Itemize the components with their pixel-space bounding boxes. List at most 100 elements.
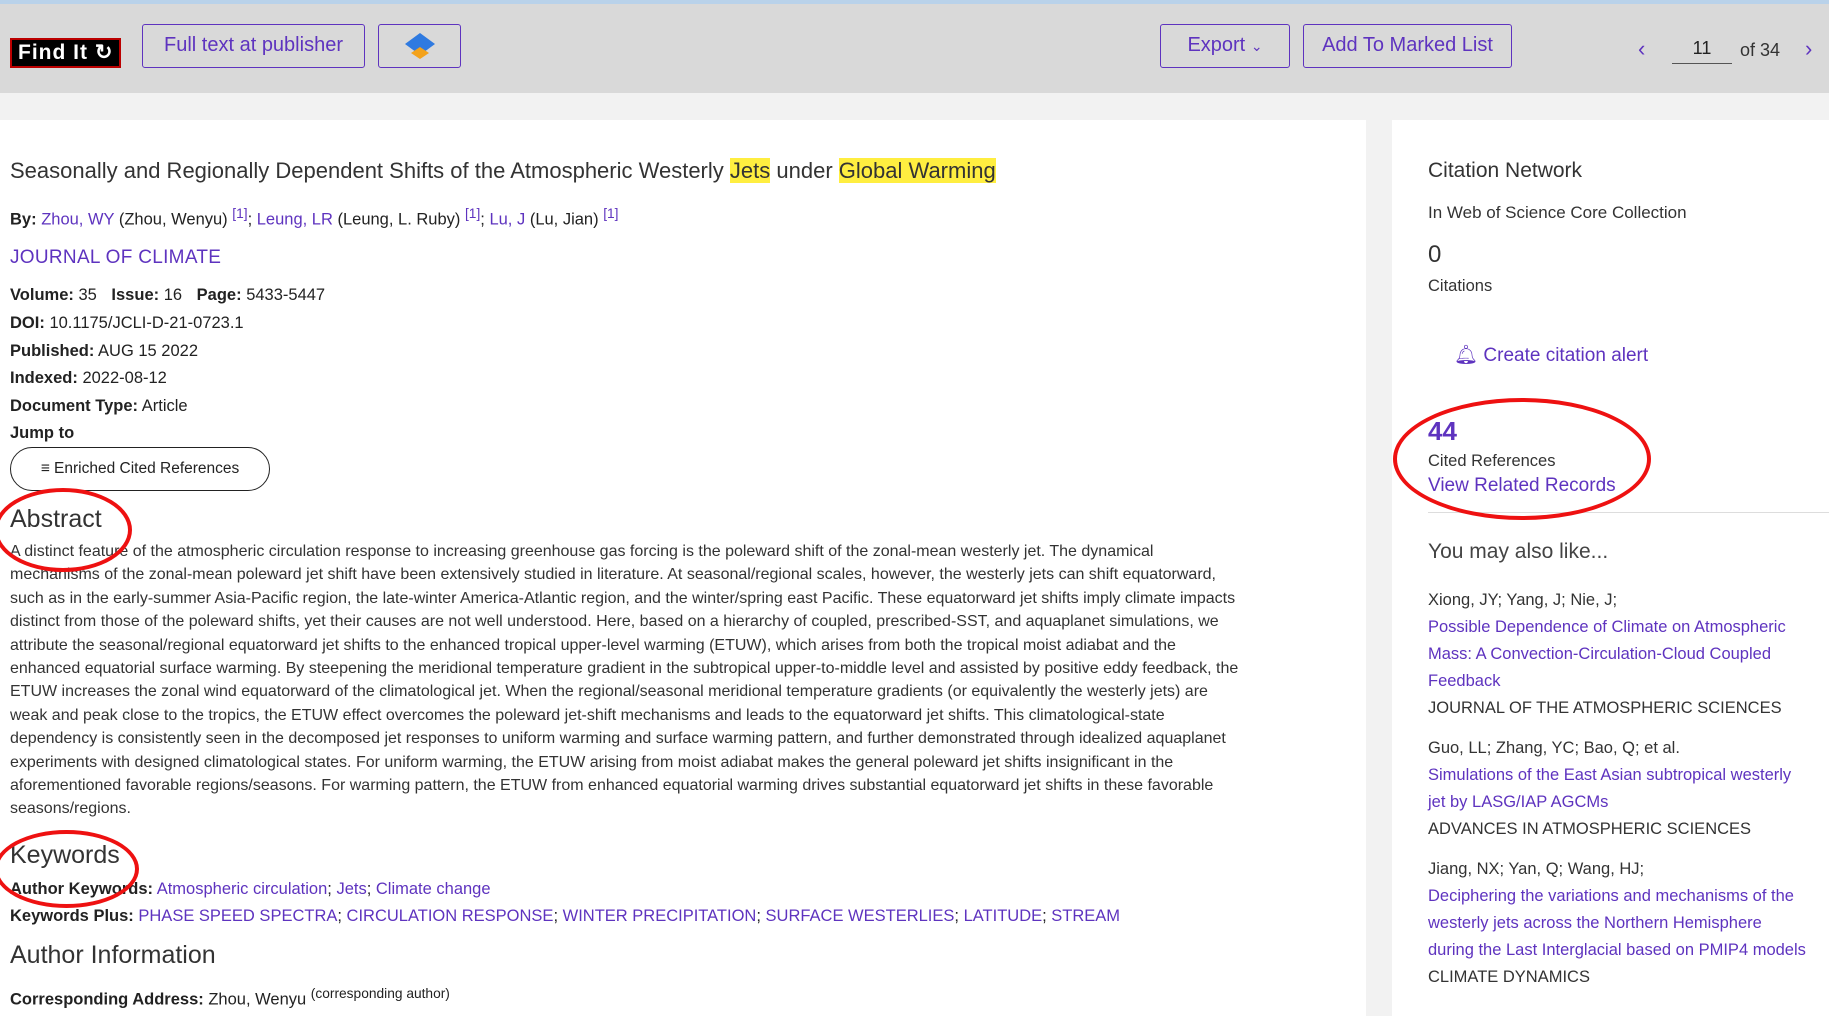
find-it-logo-icon: ↻ [94,41,114,64]
marked-list-label: Add To Marked List [1322,34,1493,56]
page-number-input[interactable]: 11 [1672,38,1732,64]
author-fullname: (Lu, Jian) [529,210,599,229]
record-authors: Xiong, JY; Yang, J; Nie, J; [1428,591,1618,609]
abstract-line: seasons/regions. [10,800,131,818]
published-label: Published: [10,342,95,360]
page-total: of 34 [1740,40,1781,60]
record-authors: Jiang, NX; Yan, Q; Wang, HJ; [1428,860,1645,878]
journal-link[interactable]: JOURNAL OF CLIMATE [10,247,221,269]
find-it-button[interactable]: Find It ↻ [10,38,122,68]
kopernio-button[interactable] [378,24,461,68]
doi-value: 10.1175/JCLI-D-21-0723.1 [49,314,244,332]
keyword-link[interactable]: LATITUDE [964,907,1043,925]
abstract-line: enhanced equatorial surface warming. By … [10,660,1239,678]
keyword-link[interactable]: PHASE SPEED SPECTRA [138,907,337,925]
you-may-also-like-heading: You may also like... [1428,540,1609,563]
record-journal: ADVANCES IN ATMOSPHERIC SCIENCES [1428,820,1752,838]
record-title-line: jet by LASG/IAP AGCMs [1428,793,1609,811]
abstract-line: ETUW increases the zonal wind equatorwar… [10,683,1208,701]
abstract-line: weak and peak close to the tropics, the … [10,706,1165,724]
record-title-line: Deciphering the variations and mechanism… [1428,887,1794,905]
doctype-value: Article [141,397,188,415]
recommended-record: Guo, LL; Zhang, YC; Bao, Q; et al. Simul… [1428,735,1818,843]
keyword-link[interactable]: Climate change [376,880,491,898]
author-link[interactable]: Leung, LR [257,211,333,229]
record-title-link[interactable]: Possible Dependence of Climate on Atmosp… [1428,614,1818,695]
enriched-cited-references-button[interactable]: ≡ Enriched Cited References [10,447,270,491]
meta-doctype-line: Document Type: Article [10,397,188,416]
recommended-record: Jiang, NX; Yan, Q; Wang, HJ; Deciphering… [1428,856,1818,991]
kopernio-icon [404,33,435,59]
corresponding-label: Corresponding Address: [10,990,204,1009]
export-button[interactable]: Export ⌄ [1160,24,1290,68]
bell-icon: 🔔︎ [1454,345,1479,366]
abstract-line: distinct from those of the poleward shif… [10,613,1219,631]
volume-label: Volume: [10,286,74,304]
record-title-line: during the Last Interglacial based on PM… [1428,941,1806,959]
annotation-circle-abstract [0,488,132,572]
author-link[interactable]: Lu, J [489,211,525,229]
record-title-line: Feedback [1428,672,1501,690]
add-to-marked-list-button[interactable]: Add To Marked List [1303,24,1512,68]
author-link[interactable]: Zhou, WY [41,211,114,229]
keyword-link[interactable]: SURFACE WESTERLIES [766,907,955,925]
previous-record-icon[interactable]: ‹ [1638,36,1645,62]
record-journal: JOURNAL OF THE ATMOSPHERIC SCIENCES [1428,699,1782,717]
abstract-line: mechanisms of the zonal-mean poleward je… [10,566,1216,584]
by-label: By: [10,210,37,229]
citations-count: 0 [1428,241,1442,268]
abstract-line: aforementioned favorable regions/seasons… [10,777,1214,795]
chevron-down-icon: ⌄ [1250,38,1263,54]
keyword-link[interactable]: Jets [336,880,366,898]
indexed-label: Indexed: [10,369,78,387]
title-text-pre: Seasonally and Regionally Dependent Shif… [10,158,724,183]
abstract-line: dependency is consistently seen in the d… [10,730,1226,748]
authors-line: By: Zhou, WY (Zhou, Wenyu) [1]; Leung, L… [10,206,619,229]
record-journal: CLIMATE DYNAMICS [1428,968,1590,986]
keyword-link[interactable]: STREAM [1051,907,1120,925]
record-title-line: westerly jets across the Northern Hemisp… [1428,914,1762,932]
meta-doi-line: DOI: 10.1175/JCLI-D-21-0723.1 [10,314,244,333]
annotation-circle-cited-references [1393,398,1651,520]
create-citation-alert-link[interactable]: 🔔︎ Create citation alert [1454,343,1648,367]
abstract-line: A distinct feature of the atmospheric ci… [10,543,1154,560]
full-text-label: Full text at publisher [164,34,343,56]
published-value: AUG 15 2022 [98,342,199,360]
keyword-link[interactable]: WINTER PRECIPITATION [563,907,757,925]
export-label: Export [1187,34,1246,56]
author-information-heading: Author Information [10,941,216,969]
abstract-line: attribute the seasonal/regional equatorw… [10,636,1176,654]
citation-network-panel: Citation Network In Web of Science Core … [1392,120,1829,1016]
page-current: 11 [1692,38,1712,58]
annotation-circle-keywords [0,830,139,908]
recommended-record: Xiong, JY; Yang, J; Nie, J; Possible Dep… [1428,587,1818,722]
corresponding-note: (corresponding author) [310,986,450,1001]
citation-network-heading: Citation Network [1428,159,1583,182]
record-authors: Guo, LL; Zhang, YC; Bao, Q; et al. [1428,739,1680,757]
doi-label: DOI: [10,314,45,332]
record-title-link[interactable]: Deciphering the variations and mechanism… [1428,883,1818,964]
record-main-panel: Seasonally and Regionally Dependent Shif… [0,120,1366,1016]
meta-volume-line: Volume: 35 Issue: 16 Page: 5433-5447 [10,286,325,305]
keyword-link[interactable]: CIRCULATION RESPONSE [347,907,554,925]
list-sparkle-icon: ≡ [40,460,50,477]
record-title-link[interactable]: Simulations of the East Asian subtropica… [1428,762,1818,816]
page-value: 5433-5447 [246,286,326,304]
affiliation-ref[interactable]: [1] [232,206,247,221]
title-highlight-global-warming: Global Warming [838,158,996,183]
alert-label: Create citation alert [1483,345,1649,366]
record-title-line: Simulations of the East Asian subtropica… [1428,766,1792,784]
title-text-mid: under [776,158,833,183]
page-label: Page: [196,286,242,304]
doctype-label: Document Type: [10,397,139,415]
full-text-publisher-button[interactable]: Full text at publisher [142,24,365,68]
affiliation-ref[interactable]: [1] [465,206,480,221]
keyword-link[interactable]: Atmospheric circulation [157,880,328,898]
corresponding-name: Zhou, Wenyu [208,990,307,1009]
volume-value: 35 [78,286,97,304]
keywords-plus-label: Keywords Plus: [10,907,134,925]
enriched-label: Enriched Cited References [54,460,240,477]
affiliation-ref[interactable]: [1] [603,206,618,221]
next-record-icon[interactable]: › [1805,36,1812,62]
abstract-text: A distinct feature of the atmospheric ci… [10,540,1355,821]
